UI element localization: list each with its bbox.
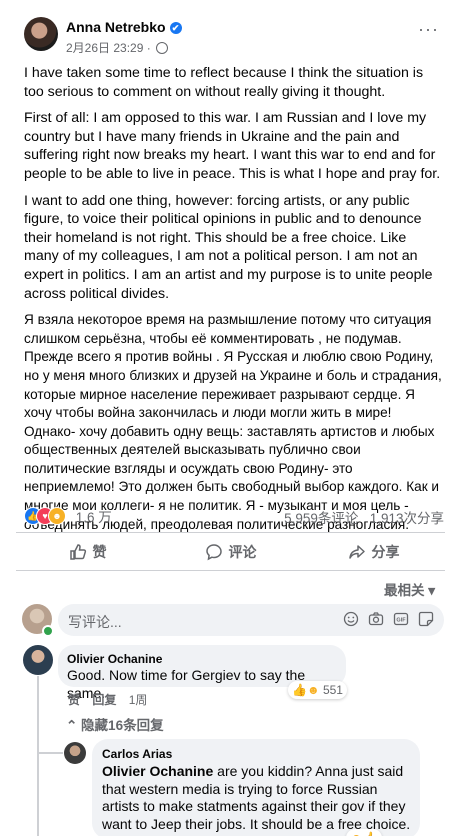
camera-icon[interactable]	[368, 611, 384, 627]
comment-reply-link[interactable]: 回复	[92, 693, 116, 707]
commenter-avatar[interactable]	[23, 645, 53, 675]
author-name-text[interactable]: Anna Netrebko	[66, 19, 166, 35]
post-actions: 赞 评论 分享	[16, 536, 445, 568]
thread-connector	[37, 752, 63, 754]
post-paragraph: First of all: I am opposed to this war. …	[24, 110, 441, 182]
comment-input-icons: GIF	[343, 611, 434, 627]
reaction-count[interactable]: 1.6 万	[76, 510, 112, 525]
author-name[interactable]: Anna Netrebko ✔	[66, 19, 182, 35]
verified-badge-icon: ✔	[169, 22, 182, 34]
comment-time[interactable]: 1周	[129, 693, 148, 707]
reply-avatar[interactable]	[64, 742, 86, 764]
share-arrow-icon	[348, 545, 365, 559]
like-icon: 👍	[363, 831, 378, 836]
reply-reactions[interactable]: ☻👍	[346, 829, 382, 836]
thumbs-up-icon	[69, 544, 86, 560]
comment-button[interactable]: 评论	[159, 536, 302, 568]
more-options-icon[interactable]: ···	[418, 19, 439, 40]
comment-bubble-icon	[205, 544, 222, 561]
comment-reaction-count: 551	[322, 683, 343, 697]
like-icon: 👍	[292, 683, 307, 697]
post-paragraph-russian: Я взяла некоторое время на размышление п…	[24, 312, 442, 532]
online-status-icon	[42, 625, 54, 637]
sticker-icon[interactable]	[418, 611, 434, 627]
comment-footer: 赞 回复 1周	[68, 691, 156, 708]
haha-icon: ☻	[350, 831, 363, 836]
share-label: 分享	[371, 544, 400, 560]
post-card: Anna Netrebko ✔ 2月26日 23:29 · ··· I have …	[0, 0, 461, 836]
svg-text:GIF: GIF	[396, 618, 406, 624]
reply-mention[interactable]: Olivier Ochanine	[102, 763, 213, 779]
haha-icon: ☻	[48, 507, 66, 525]
divider	[16, 570, 445, 571]
author-avatar[interactable]	[24, 17, 58, 51]
gif-icon[interactable]: GIF	[393, 611, 409, 627]
commenter-name[interactable]: Olivier Ochanine	[67, 652, 162, 666]
comment-input[interactable]: 写评论... GIF	[58, 604, 444, 636]
comment-reactions[interactable]: 👍☻ 551	[288, 681, 347, 699]
globe-icon	[156, 42, 169, 54]
reply-author-name[interactable]: Carlos Arias	[102, 747, 172, 761]
comment-count[interactable]: 5,959条评论	[284, 511, 358, 526]
post-paragraph: I want to add one thing, however: forcin…	[24, 192, 433, 302]
meta-dot: ·	[146, 41, 151, 55]
post-meta: 2月26日 23:29 ·	[66, 39, 169, 56]
emoji-icon[interactable]	[343, 611, 359, 627]
divider	[16, 532, 445, 533]
hide-replies-button[interactable]: ⌃ 隐藏16条回复	[66, 714, 164, 734]
haha-icon: ☻	[306, 683, 320, 697]
post-paragraph: I have taken some time to reflect becaus…	[24, 65, 424, 100]
post-body: I have taken some time to reflect becaus…	[24, 64, 444, 542]
post-stats: 👍 ♥ ☻ 1.6 万 5,959条评论 1,913次分享	[24, 506, 444, 526]
share-count[interactable]: 1,913次分享	[370, 511, 444, 526]
comment-input-placeholder: 写评论...	[68, 614, 122, 630]
reply-text-container: Olivier Ochanine are you kiddin? Anna ju…	[102, 763, 412, 833]
thread-connector	[37, 720, 39, 836]
reply-bubble: Carlos Arias Olivier Ochanine are you ki…	[92, 739, 420, 836]
share-button[interactable]: 分享	[302, 536, 445, 568]
thread-connector	[37, 676, 39, 720]
like-label: 赞	[92, 544, 107, 560]
like-button[interactable]: 赞	[16, 536, 159, 568]
comment-sort-dropdown[interactable]: 最相关 ▾	[384, 579, 435, 599]
post-header: Anna Netrebko ✔ 2月26日 23:29 · ···	[0, 0, 461, 62]
stats-right: 5,959条评论 1,913次分享	[284, 507, 444, 527]
post-timestamp[interactable]: 2月26日 23:29	[66, 41, 143, 55]
comment-label: 评论	[228, 544, 257, 560]
comment-like-link[interactable]: 赞	[68, 693, 80, 707]
